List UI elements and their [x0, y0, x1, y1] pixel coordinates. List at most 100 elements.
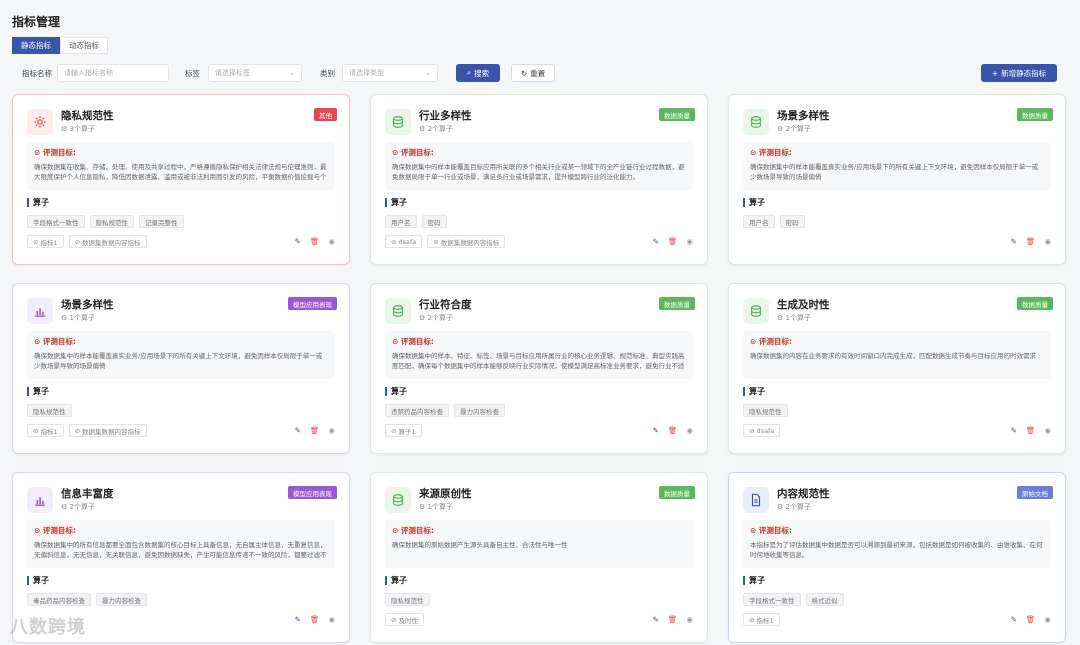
view-icon[interactable]: ◉	[328, 615, 335, 624]
delete-icon[interactable]: 🗑	[668, 426, 678, 435]
edit-icon[interactable]: ✎	[1011, 615, 1017, 624]
delete-icon[interactable]: 🗑	[310, 237, 320, 246]
metric-card[interactable]: 内容规范性 ⚙ 2个算子 原始文档 ⊙ 评测目标: 本指标是为了评估数据集中数据…	[728, 472, 1066, 643]
delete-icon[interactable]: 🗑	[1026, 237, 1036, 246]
edit-icon[interactable]: ✎	[295, 615, 301, 624]
refresh-icon: ↻	[520, 68, 528, 78]
reset-button[interactable]: ↻ 重置	[511, 64, 555, 82]
goal-text: 确保数据集在收集、存储、处理、使用及共享过程中，严格遵循隐私保护相关法律法规与伦…	[34, 163, 327, 181]
section-label: 算子	[27, 198, 49, 207]
metric-card[interactable]: 行业符合度 ⚙ 2个算子 数据质量 ⊙ 评测目标: 确保数据集中的样本、特征、标…	[370, 283, 708, 454]
card-actions: ✎ 🗑 ◉	[653, 237, 693, 246]
section-label: 算子	[743, 387, 765, 396]
name-search-input[interactable]: 请输入指标名称	[57, 64, 169, 82]
tag-list: ⊘ 指标1 ⊘ 数据集数据内容指标	[27, 235, 147, 248]
metric-card[interactable]: 场景多样性 ⚙ 2个算子 数据质量 ⊙ 评测目标: 确保数据集中的样本能覆盖真实…	[728, 94, 1066, 265]
edit-icon[interactable]: ✎	[653, 426, 659, 435]
view-icon[interactable]: ◉	[328, 237, 335, 246]
edit-icon[interactable]: ✎	[295, 426, 301, 435]
card-title: 隐私规范性	[61, 110, 114, 122]
edit-icon[interactable]: ✎	[1011, 237, 1017, 246]
metric-card[interactable]: 行业多样性 ⚙ 2个算子 数据质量 ⊙ 评测目标: 确保数据集中的样本能覆盖目标…	[370, 94, 708, 265]
evaluation-goal: ⊙ 评测目标: 确保数据集的原始数据产生源头具备自主性、合法性与唯一性	[385, 520, 693, 568]
edit-icon[interactable]: ✎	[1011, 426, 1017, 435]
delete-icon[interactable]: 🗑	[310, 426, 320, 435]
delete-icon[interactable]: 🗑	[1026, 426, 1036, 435]
edit-icon[interactable]: ✎	[295, 237, 301, 246]
search-button[interactable]: ⌕ 搜索	[456, 64, 500, 82]
view-icon[interactable]: ◉	[686, 237, 693, 246]
operator-chip-list: 隐私规范性	[743, 404, 788, 417]
goal-text: 本指标是为了评估数据集中数据是否可以溯源到最初来源，包括数据是如何被收集的、由谁…	[750, 541, 1043, 559]
delete-icon[interactable]: 🗑	[1026, 615, 1036, 624]
cog-icon: ⚙	[419, 503, 428, 511]
tag-list: ⊘ 及时性	[385, 613, 424, 626]
view-icon[interactable]: ◉	[1044, 615, 1051, 624]
metric-card[interactable]: 生成及时性 ⚙ 1个算子 数据质量 ⊙ 评测目标: 确保数据集的内容在业务要求的…	[728, 283, 1066, 454]
operator-chip: 用户名	[743, 215, 775, 228]
operator-chip: 密码	[779, 215, 805, 228]
add-static-metric-button[interactable]: + 新增静态指标	[981, 64, 1057, 82]
category-badge: 数据质量	[1017, 108, 1053, 121]
card-actions: ✎ 🗑 ◉	[295, 615, 335, 624]
tab-dynamic-metrics[interactable]: 动态指标	[60, 37, 108, 54]
tag-icon: ⊘	[391, 237, 397, 246]
section-label: 算子	[385, 576, 407, 585]
tag-list: ⊘ dsafa	[743, 424, 781, 437]
operator-count: ⚙ 3个算子	[61, 125, 95, 133]
metric-card[interactable]: 隐私规范性 ⚙ 3个算子 其他 ⊙ 评测目标: 确保数据集在收集、存储、处理、使…	[12, 94, 350, 265]
tag-icon: ⊘	[749, 426, 755, 435]
cog-icon: ⚙	[777, 125, 786, 133]
category-badge: 数据质量	[659, 108, 695, 121]
tab-static-metrics[interactable]: 静态指标	[12, 37, 60, 54]
operator-chip-list: 隐私规范性	[27, 404, 72, 417]
view-icon[interactable]: ◉	[686, 426, 693, 435]
view-icon[interactable]: ◉	[1044, 426, 1051, 435]
category-badge: 原始文档	[1017, 486, 1053, 499]
tag-badge: ⊘ 数据集数据内容指标	[68, 424, 147, 437]
operator-chip: 违禁药品内容检查	[385, 404, 449, 417]
operator-chip-list: 用户名 密码	[385, 215, 447, 228]
tag-badge: ⊘ 数据集数据内容指标	[427, 235, 506, 248]
goal-text: 确保数据集的原始数据产生源头具备自主性、合法性与唯一性	[392, 541, 568, 549]
view-icon[interactable]: ◉	[328, 426, 335, 435]
delete-icon[interactable]: 🗑	[668, 237, 678, 246]
page-title: 指标管理	[12, 15, 61, 29]
card-actions: ✎ 🗑 ◉	[653, 615, 693, 624]
section-label: 算子	[743, 198, 765, 207]
tag-badge: ⊘ 及时性	[385, 613, 424, 626]
edit-icon[interactable]: ✎	[653, 615, 659, 624]
chart-icon	[27, 298, 53, 324]
operator-count: ⚙ 2个算子	[61, 503, 95, 511]
category-badge: 数据质量	[1017, 297, 1053, 310]
evaluation-goal: ⊙ 评测目标: 确保数据集中的样本能覆盖真实业务/应用场景下的所有关键上下文环境…	[27, 331, 335, 379]
operator-chip: 隐私规范性	[27, 404, 72, 417]
view-icon[interactable]: ◉	[1044, 237, 1051, 246]
operator-chip-list: 毒品药品内容检查 暴力内容检查	[27, 593, 147, 606]
chart-icon	[27, 487, 53, 513]
tag-select[interactable]: 请选择标签 ⌄	[208, 64, 302, 82]
tag-badge: ⊘ 指标1	[743, 613, 780, 626]
target-icon: ⊙	[392, 337, 401, 346]
goal-text: 确保数据集的内容在业务要求的有效时间窗口内完成生成，匹配数据生成节奏与目标应用的…	[750, 352, 1036, 360]
operator-chip-list: 用户名 密码	[743, 215, 805, 228]
operator-chip: 格式近似	[805, 593, 844, 606]
metric-card[interactable]: 场景多样性 ⚙ 1个算子 模型应用表现 ⊙ 评测目标: 确保数据集中的样本能覆盖…	[12, 283, 350, 454]
delete-icon[interactable]: 🗑	[668, 615, 678, 624]
goal-heading: ⊙ 评测目标:	[392, 148, 434, 157]
delete-icon[interactable]: 🗑	[310, 615, 320, 624]
section-label: 算子	[27, 576, 49, 585]
tag-icon: ⊘	[33, 426, 39, 435]
operator-chip: 记录完整性	[139, 215, 184, 228]
section-label: 算子	[27, 387, 49, 396]
category-select[interactable]: 请选择类型 ⌄	[342, 64, 438, 82]
operator-count: ⚙ 2个算子	[777, 503, 811, 511]
metric-card[interactable]: 来源原创性 ⚙ 1个算子 数据质量 ⊙ 评测目标: 确保数据集的原始数据产生源头…	[370, 472, 708, 643]
target-icon: ⊙	[34, 337, 43, 346]
tag-filter-label: 标签	[185, 69, 200, 78]
card-actions: ✎ 🗑 ◉	[653, 426, 693, 435]
edit-icon[interactable]: ✎	[653, 237, 659, 246]
database-icon	[385, 298, 411, 324]
tag-badge: ⊘ dsafa	[743, 424, 781, 437]
view-icon[interactable]: ◉	[686, 615, 693, 624]
